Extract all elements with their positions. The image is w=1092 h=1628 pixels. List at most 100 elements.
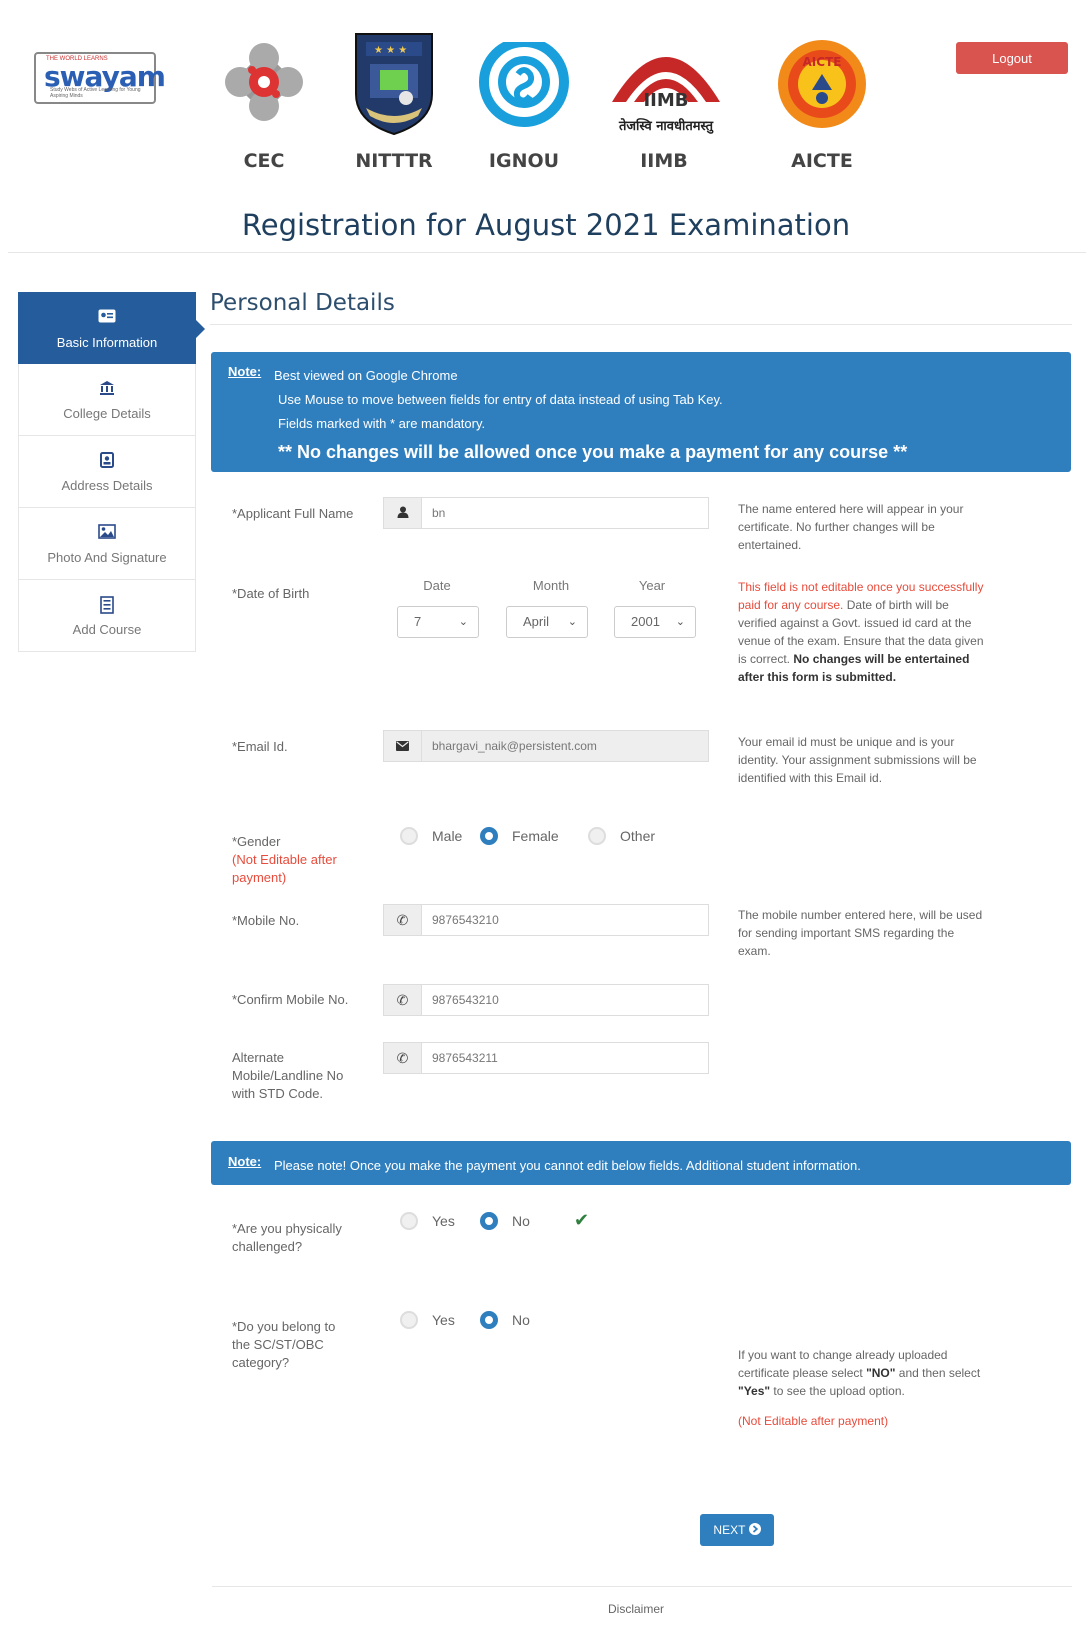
next-button-label: NEXT	[713, 1523, 746, 1537]
note-payment-text: Please note! Once you make the payment y…	[274, 1158, 861, 1173]
partner-nitttr: ★ ★ ★ NITTTR	[334, 32, 454, 172]
applicant-name-field[interactable]: bn	[383, 497, 709, 529]
gender-female-radio[interactable]	[480, 827, 498, 845]
category-yes-label: Yes	[432, 1312, 455, 1328]
note-line: Fields marked with * are mandatory.	[278, 416, 486, 431]
applicant-name-label: *Applicant Full Name	[232, 506, 354, 521]
cec-logo-icon	[225, 43, 303, 121]
page-title: Registration for August 2021 Examination	[241, 208, 851, 242]
name-help-text: The name entered here will appear in you…	[738, 502, 964, 552]
physically-challenged-yes-label: Yes	[432, 1213, 455, 1229]
alternate-mobile-label: Alternate Mobile/Landline No with STD Co…	[232, 1050, 344, 1101]
applicant-name-input[interactable]: bn	[422, 498, 708, 528]
gender-other-radio[interactable]	[588, 827, 606, 845]
envelope-icon	[384, 731, 422, 761]
chevron-down-icon: ⌄	[675, 616, 685, 628]
partner-label-iimb: IIMB	[640, 150, 688, 172]
chevron-down-icon: ⌄	[567, 616, 577, 628]
partner-label-cec: CEC	[243, 150, 285, 172]
phone-icon: ✆	[384, 905, 422, 935]
mobile-help-text: The mobile number entered here, will be …	[738, 908, 983, 958]
header-divider	[8, 252, 1086, 253]
note-label: Note:	[228, 1154, 262, 1169]
phone-icon: ✆	[384, 1043, 422, 1073]
category-not-editable-note: (Not Editable after payment)	[738, 1414, 889, 1428]
sidebar-item-address-details[interactable]: Address Details	[18, 436, 196, 508]
institution-icon	[19, 380, 195, 399]
category-help-part: and then select	[895, 1366, 981, 1380]
sidebar-item-label: Photo And Signature	[47, 550, 167, 565]
mobile-field[interactable]: ✆ 9876543210	[383, 904, 709, 936]
gender-male-label: Male	[432, 828, 463, 844]
physically-challenged-yes-radio[interactable]	[400, 1212, 418, 1230]
logout-button[interactable]: Logout	[956, 42, 1068, 74]
confirm-mobile-label: *Confirm Mobile No.	[232, 992, 349, 1007]
alternate-mobile-field[interactable]: ✆ 9876543211	[383, 1042, 709, 1074]
category-label: *Do you belong to the SC/ST/OBC category…	[232, 1319, 336, 1370]
email-label: *Email Id.	[232, 739, 288, 754]
note-box-payment: Note: Please note! Once you make the pay…	[211, 1141, 1071, 1185]
dob-month-value: April	[523, 614, 550, 629]
category-help-part: to see the upload option.	[770, 1384, 905, 1398]
dob-date-select[interactable]: 7 ⌄	[397, 606, 479, 638]
email-input[interactable]: bhargavi_naik@persistent.com	[422, 731, 708, 761]
gender-label: *Gender (Not Editable after payment)	[232, 833, 357, 887]
user-icon	[384, 498, 422, 528]
iimb-logo-icon: IIMB तेजस्वि नावधीतमस्तु	[612, 57, 720, 134]
next-button[interactable]: NEXT	[700, 1514, 774, 1546]
dob-year-value: 2001	[631, 614, 660, 629]
gender-other-label: Other	[620, 828, 656, 844]
partner-ignou: IGNOU	[464, 32, 584, 172]
category-help-yes: "Yes"	[738, 1384, 771, 1398]
chevron-down-icon: ⌄	[458, 616, 468, 628]
aicte-emblem-text: AICTE	[803, 55, 842, 69]
swayam-logo-subtitle: Study Webs of Active Learning for Young …	[50, 87, 141, 99]
physically-challenged-no-label: No	[512, 1213, 530, 1229]
partner-aicte: AICTE AICTE	[762, 32, 882, 172]
gender-not-editable-note: (Not Editable after payment)	[232, 852, 337, 885]
note-box-instructions: Note: Best viewed on Google Chrome Use M…	[211, 352, 1071, 472]
disclaimer-link[interactable]: Disclaimer	[608, 1602, 664, 1616]
image-icon	[19, 524, 195, 542]
sidebar-nav: Basic Information College Details Addres…	[18, 292, 205, 652]
main-content: Personal Details	[210, 290, 1072, 325]
dob-year-select[interactable]: 2001 ⌄	[614, 606, 696, 638]
arrow-right-circle-icon	[748, 1523, 761, 1537]
mobile-input[interactable]: 9876543210	[422, 905, 708, 935]
category-no-label: No	[512, 1312, 530, 1328]
category-yes-radio[interactable]	[400, 1311, 418, 1329]
dob-month-select[interactable]: April ⌄	[506, 606, 588, 638]
email-help-text: Your email id must be unique and is your…	[738, 735, 977, 785]
category-help-text: If you want to change already uploaded c…	[738, 1346, 988, 1400]
sidebar-item-college-details[interactable]: College Details	[18, 364, 196, 436]
dob-date-value: 7	[414, 614, 422, 629]
partner-label-aicte: AICTE	[791, 150, 853, 172]
confirm-mobile-input[interactable]: 9876543210	[422, 985, 708, 1015]
sidebar-item-add-course[interactable]: Add Course	[18, 580, 196, 652]
mobile-label: *Mobile No.	[232, 913, 300, 928]
alternate-mobile-input[interactable]: 9876543211	[422, 1043, 708, 1073]
swayam-logo: THE WORLD LEARNS swayam Study Webs of Ac…	[34, 52, 166, 104]
gender-male-radio[interactable]	[400, 827, 418, 845]
confirm-mobile-field[interactable]: ✆ 9876543210	[383, 984, 709, 1016]
dob-month-heading: Month	[532, 578, 570, 593]
page-header: THE WORLD LEARNS swayam Study Webs of Ac…	[0, 0, 1092, 250]
nitttr-crest-icon: ★ ★ ★	[355, 33, 433, 136]
partner-iimb: IIMB तेजस्वि नावधीतमस्तु IIMB	[604, 32, 724, 172]
address-book-icon	[19, 452, 195, 471]
dob-year-heading: Year	[638, 578, 666, 593]
footer-divider	[212, 1586, 1072, 1587]
gender-female-label: Female	[512, 828, 559, 844]
note-line: Use Mouse to move between fields for ent…	[278, 392, 723, 407]
email-field[interactable]: bhargavi_naik@persistent.com	[383, 730, 709, 762]
sidebar-item-basic-information[interactable]: Basic Information	[18, 292, 205, 364]
sidebar-item-label: Add Course	[72, 622, 142, 637]
sidebar-item-label: College Details	[63, 406, 151, 421]
partner-cec: CEC	[204, 32, 324, 172]
sidebar-item-photo-and-signature[interactable]: Photo And Signature	[18, 508, 196, 580]
category-no-radio[interactable]	[480, 1311, 498, 1329]
ignou-logo-icon	[479, 34, 569, 127]
physically-challenged-no-radio[interactable]	[480, 1212, 498, 1230]
note-label: Note:	[228, 364, 262, 379]
physically-challenged-label: *Are you physically challenged?	[232, 1221, 342, 1254]
